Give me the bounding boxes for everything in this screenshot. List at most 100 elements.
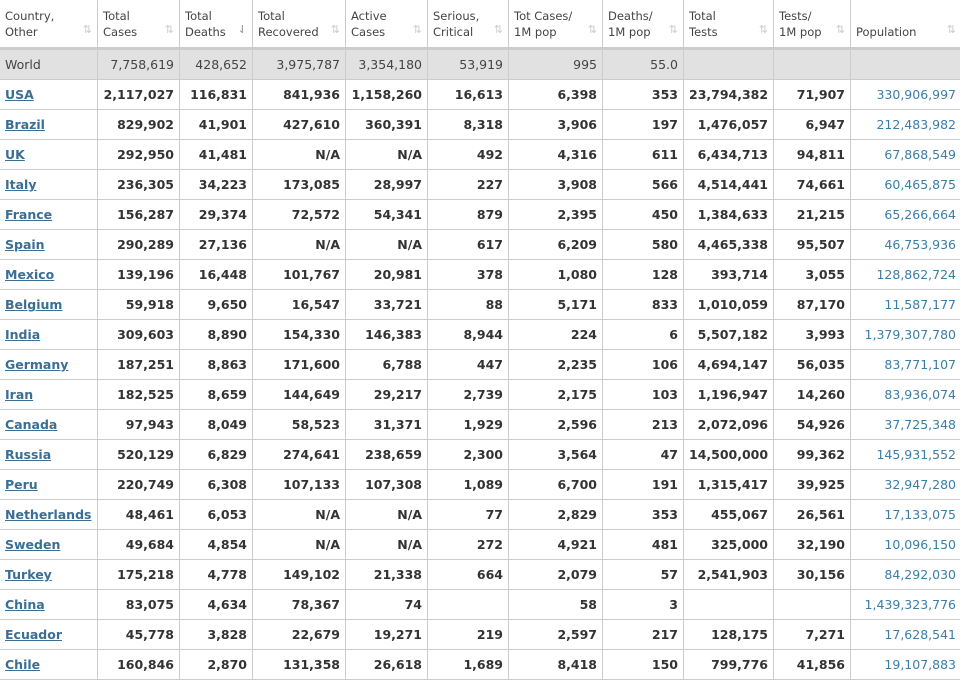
value-cell: 77 bbox=[428, 500, 509, 530]
country-link[interactable]: Canada bbox=[5, 417, 57, 432]
value-cell: 88 bbox=[428, 290, 509, 320]
value-cell: 56,035 bbox=[774, 350, 851, 380]
column-header[interactable]: Deaths/1M pop⇅ bbox=[603, 0, 684, 49]
column-header[interactable]: Tot Cases/1M pop⇅ bbox=[509, 0, 603, 49]
header-line1: Total bbox=[103, 9, 130, 23]
sort-icon[interactable]: ⇅ bbox=[588, 22, 597, 38]
value-cell: 8,863 bbox=[180, 350, 253, 380]
country-link[interactable]: Belgium bbox=[5, 297, 62, 312]
value-cell: 19,107,883 bbox=[851, 650, 960, 680]
value-cell: 94,811 bbox=[774, 140, 851, 170]
sort-icon[interactable]: ⇅ bbox=[669, 22, 678, 38]
country-link[interactable]: USA bbox=[5, 87, 34, 102]
country-link[interactable]: Spain bbox=[5, 237, 45, 252]
table-row: Belgium59,9189,65016,54733,721885,171833… bbox=[0, 290, 960, 320]
column-header[interactable]: Country,Other⇅ bbox=[0, 0, 98, 49]
value-cell: 4,921 bbox=[509, 530, 603, 560]
column-header[interactable]: TotalDeaths⇃ bbox=[180, 0, 253, 49]
value-cell: 580 bbox=[603, 230, 684, 260]
header-line1: Total bbox=[258, 9, 285, 23]
value-cell: 1,439,323,776 bbox=[851, 590, 960, 620]
value-cell: 833 bbox=[603, 290, 684, 320]
country-link[interactable]: France bbox=[5, 207, 52, 222]
country-cell: Canada bbox=[0, 410, 98, 440]
value-cell: 428,652 bbox=[180, 49, 253, 80]
value-cell: 78,367 bbox=[253, 590, 346, 620]
value-cell: 238,659 bbox=[346, 440, 428, 470]
country-link[interactable]: Peru bbox=[5, 477, 38, 492]
country-cell: Belgium bbox=[0, 290, 98, 320]
column-header[interactable]: TotalRecovered⇅ bbox=[253, 0, 346, 49]
value-cell: 145,931,552 bbox=[851, 440, 960, 470]
value-cell: 3,908 bbox=[509, 170, 603, 200]
value-cell: 83,771,107 bbox=[851, 350, 960, 380]
country-cell: UK bbox=[0, 140, 98, 170]
value-cell: 28,997 bbox=[346, 170, 428, 200]
sort-icon[interactable]: ⇃ bbox=[238, 22, 247, 38]
sort-icon[interactable]: ⇅ bbox=[947, 22, 956, 38]
value-cell: 2,829 bbox=[509, 500, 603, 530]
value-cell: 8,659 bbox=[180, 380, 253, 410]
value-cell: 219 bbox=[428, 620, 509, 650]
country-link[interactable]: Russia bbox=[5, 447, 51, 462]
column-header[interactable]: Population⇅ bbox=[851, 0, 960, 49]
sort-icon[interactable]: ⇅ bbox=[331, 22, 340, 38]
value-cell: 353 bbox=[603, 80, 684, 110]
column-header[interactable]: Serious,Critical⇅ bbox=[428, 0, 509, 49]
value-cell: 6,788 bbox=[346, 350, 428, 380]
value-cell: 99,362 bbox=[774, 440, 851, 470]
sort-icon[interactable]: ⇅ bbox=[836, 22, 845, 38]
value-cell: 11,587,177 bbox=[851, 290, 960, 320]
country-link[interactable]: Ecuador bbox=[5, 627, 62, 642]
value-cell: 3,975,787 bbox=[253, 49, 346, 80]
country-link[interactable]: India bbox=[5, 327, 40, 342]
country-link[interactable]: China bbox=[5, 597, 45, 612]
value-cell: 47 bbox=[603, 440, 684, 470]
value-cell: 197 bbox=[603, 110, 684, 140]
header-line1: Country, bbox=[5, 9, 54, 23]
country-link[interactable]: Turkey bbox=[5, 567, 52, 582]
value-cell: 4,694,147 bbox=[684, 350, 774, 380]
column-header[interactable]: ActiveCases⇅ bbox=[346, 0, 428, 49]
value-cell: 48,461 bbox=[98, 500, 180, 530]
sort-icon[interactable]: ⇅ bbox=[494, 22, 503, 38]
value-cell: 427,610 bbox=[253, 110, 346, 140]
value-cell: 160,846 bbox=[98, 650, 180, 680]
sort-icon[interactable]: ⇅ bbox=[413, 22, 422, 38]
covid-stats-table: Country,Other⇅TotalCases⇅TotalDeaths⇃Tot… bbox=[0, 0, 960, 680]
country-link[interactable]: Germany bbox=[5, 357, 68, 372]
value-cell: 2,300 bbox=[428, 440, 509, 470]
sort-icon[interactable]: ⇅ bbox=[165, 22, 174, 38]
table-row: Canada97,9438,04958,52331,3711,9292,5962… bbox=[0, 410, 960, 440]
value-cell: 26,561 bbox=[774, 500, 851, 530]
country-link[interactable]: Netherlands bbox=[5, 507, 91, 522]
country-link[interactable]: Brazil bbox=[5, 117, 45, 132]
country-link[interactable]: Iran bbox=[5, 387, 33, 402]
country-link[interactable]: UK bbox=[5, 147, 25, 162]
value-cell: 3,354,180 bbox=[346, 49, 428, 80]
sort-icon[interactable]: ⇅ bbox=[759, 22, 768, 38]
sort-icon[interactable]: ⇅ bbox=[83, 22, 92, 38]
value-cell: 146,383 bbox=[346, 320, 428, 350]
column-header[interactable]: TotalCases⇅ bbox=[98, 0, 180, 49]
column-header[interactable]: Tests/1M pop⇅ bbox=[774, 0, 851, 49]
table-row: USA2,117,027116,831841,9361,158,26016,61… bbox=[0, 80, 960, 110]
value-cell: 2,870 bbox=[180, 650, 253, 680]
country-link[interactable]: Sweden bbox=[5, 537, 60, 552]
table-header: Country,Other⇅TotalCases⇅TotalDeaths⇃Tot… bbox=[0, 0, 960, 49]
value-cell: 116,831 bbox=[180, 80, 253, 110]
country-link[interactable]: Mexico bbox=[5, 267, 54, 282]
value-cell: 274,641 bbox=[253, 440, 346, 470]
value-cell: 9,650 bbox=[180, 290, 253, 320]
value-cell: 20,981 bbox=[346, 260, 428, 290]
value-cell: 65,266,664 bbox=[851, 200, 960, 230]
value-cell: 3 bbox=[603, 590, 684, 620]
value-cell: 6,053 bbox=[180, 500, 253, 530]
value-cell: 995 bbox=[509, 49, 603, 80]
country-link[interactable]: Chile bbox=[5, 657, 40, 672]
column-header[interactable]: TotalTests⇅ bbox=[684, 0, 774, 49]
country-link[interactable]: Italy bbox=[5, 177, 37, 192]
value-cell: 37,725,348 bbox=[851, 410, 960, 440]
value-cell: 217 bbox=[603, 620, 684, 650]
value-cell: 2,739 bbox=[428, 380, 509, 410]
